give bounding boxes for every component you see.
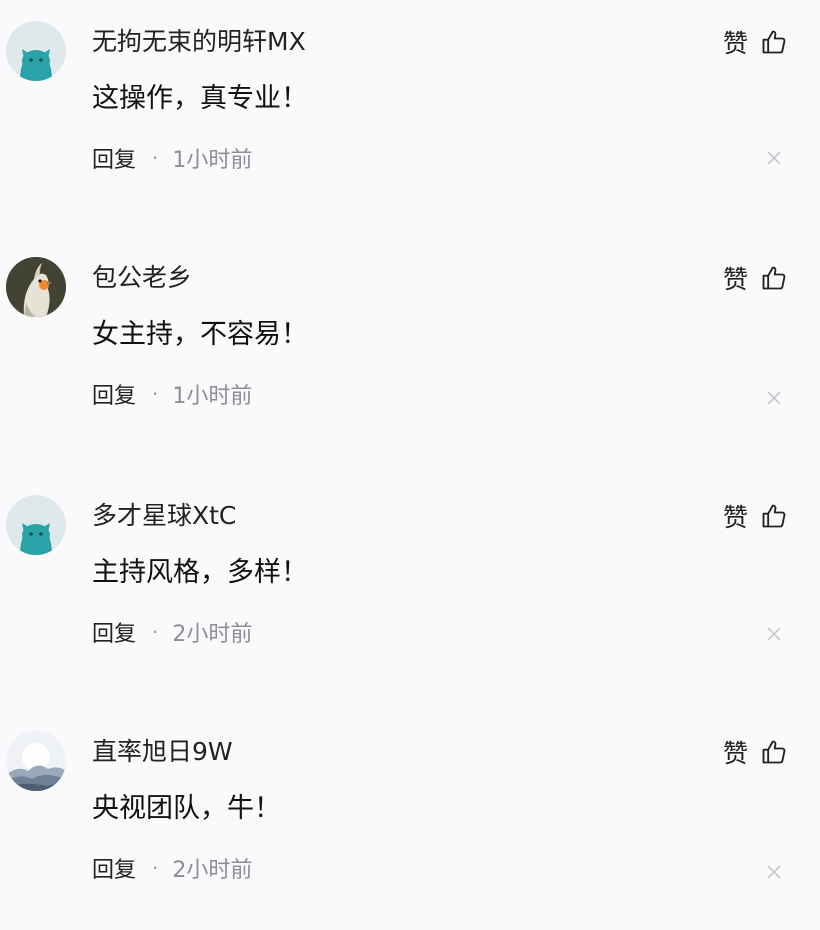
close-icon: [767, 865, 781, 879]
timestamp: 1小时前: [172, 384, 253, 409]
timestamp: 1小时前: [172, 148, 253, 173]
comment-meta: 回复 · 1小时前: [92, 138, 252, 178]
comment-text: 女主持，不容易！: [92, 319, 308, 350]
thumbs-up-icon: [762, 266, 786, 290]
like-button[interactable]: 赞: [723, 732, 788, 772]
comment-item: 包公老乡 赞 女主持，不容易！ 回复 · 1小时前: [0, 236, 820, 456]
comment-meta: 回复 · 2小时前: [92, 612, 252, 652]
avatar[interactable]: [6, 495, 66, 555]
close-button[interactable]: [764, 862, 784, 882]
like-button[interactable]: 赞: [723, 22, 788, 62]
reply-button[interactable]: 回复: [92, 142, 136, 174]
close-button[interactable]: [764, 624, 784, 644]
reply-button[interactable]: 回复: [92, 616, 136, 648]
comment-item: 多才星球XtC 赞 主持风格，多样！ 回复 · 2小时前: [0, 474, 820, 694]
separator-dot: ·: [152, 382, 159, 406]
close-button[interactable]: [764, 388, 784, 408]
close-icon: [767, 391, 781, 405]
thumbs-up-icon: [762, 504, 786, 528]
thumbs-up-icon: [762, 30, 786, 54]
username[interactable]: 无拘无束的明轩MX: [92, 22, 306, 62]
username[interactable]: 直率旭日9W: [92, 732, 233, 772]
comment-meta: 回复 · 2小时前: [92, 848, 252, 888]
thumbs-up-icon: [762, 740, 786, 764]
comment-list: 无拘无束的明轩MX 赞 这操作，真专业！ 回复 · 1小时前 包公老乡 赞 女主…: [0, 0, 820, 894]
like-label: 赞: [722, 503, 748, 532]
landscape-mountain-avatar: [6, 731, 66, 791]
close-icon: [767, 627, 781, 641]
comment-meta: 回复 · 1小时前: [92, 374, 252, 414]
teal-cat-avatar: [6, 21, 66, 81]
like-button[interactable]: 赞: [723, 258, 788, 298]
comment-item: 直率旭日9W 赞 央视团队，牛！ 回复 · 2小时前: [0, 710, 820, 930]
separator-dot: ·: [152, 856, 159, 880]
comment-text: 这操作，真专业！: [92, 83, 308, 114]
avatar[interactable]: [6, 257, 66, 317]
separator-dot: ·: [152, 620, 159, 644]
like-label: 赞: [722, 265, 748, 294]
close-icon: [767, 151, 781, 165]
like-label: 赞: [722, 29, 748, 58]
teal-cat-avatar: [6, 495, 66, 555]
close-button[interactable]: [764, 148, 784, 168]
reply-button[interactable]: 回复: [92, 378, 136, 410]
like-label: 赞: [722, 739, 748, 768]
comment-text: 央视团队，牛！: [92, 793, 281, 824]
comment-text: 主持风格，多样！: [92, 557, 308, 588]
like-button[interactable]: 赞: [723, 496, 788, 536]
timestamp: 2小时前: [172, 858, 253, 883]
avatar[interactable]: [6, 21, 66, 81]
timestamp: 2小时前: [172, 622, 253, 647]
username[interactable]: 包公老乡: [92, 258, 192, 298]
username[interactable]: 多才星球XtC: [92, 496, 236, 536]
separator-dot: ·: [152, 146, 159, 170]
avatar[interactable]: [6, 731, 66, 791]
comment-item: 无拘无束的明轩MX 赞 这操作，真专业！ 回复 · 1小时前: [0, 0, 820, 220]
cockatiel-bird-avatar: [6, 257, 66, 317]
reply-button[interactable]: 回复: [92, 852, 136, 884]
